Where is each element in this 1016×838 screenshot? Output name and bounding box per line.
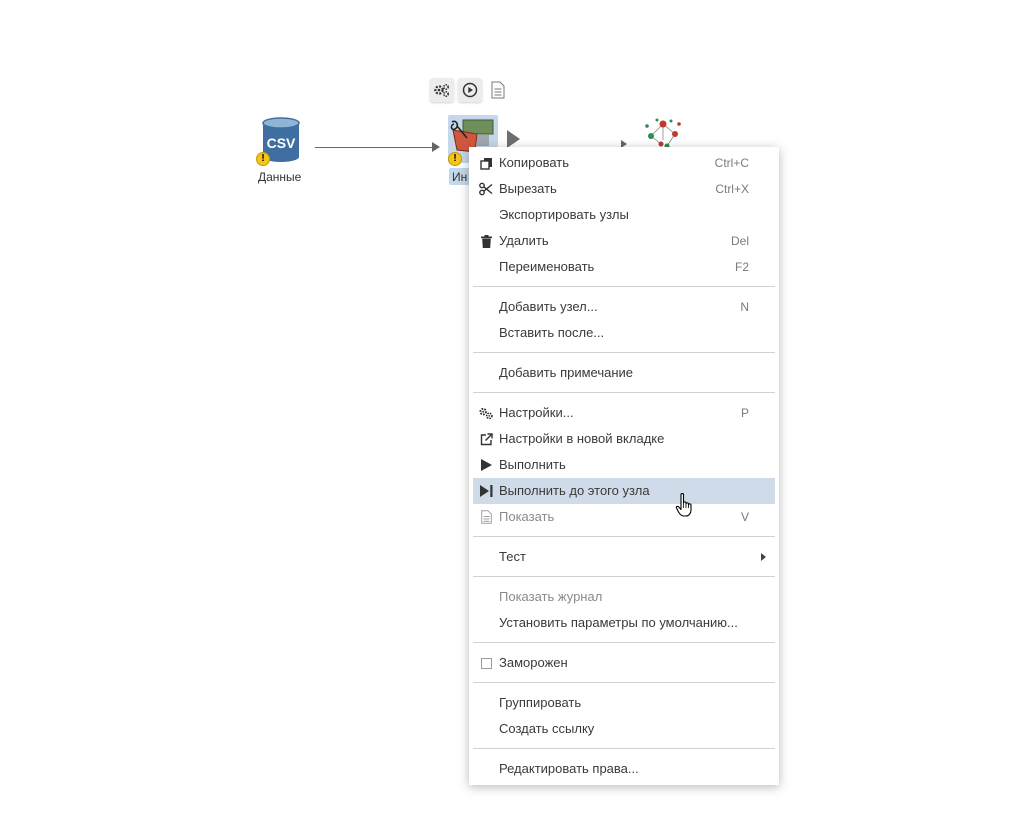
menu-item-label: Создать ссылку bbox=[499, 721, 595, 736]
menu-item-shortcut: N bbox=[740, 300, 749, 314]
menu-item-label: Копировать bbox=[499, 155, 569, 170]
menu-item-shortcut: Ctrl+X bbox=[715, 182, 749, 196]
play-to-end-icon bbox=[479, 484, 493, 498]
csv-node-label[interactable]: Данные bbox=[258, 170, 301, 184]
menu-separator bbox=[473, 286, 775, 287]
menu-item-настройки[interactable]: Настройки... P bbox=[473, 400, 775, 426]
menu-item-label: Заморожен bbox=[499, 655, 568, 670]
menu-item-shortcut: V bbox=[740, 510, 749, 524]
menu-item-label: Показать журнал bbox=[499, 589, 603, 604]
menu-item-выполнить-до-этого-узла[interactable]: Выполнить до этого узла bbox=[473, 478, 775, 504]
scissors-icon bbox=[479, 182, 493, 196]
selected-node-label[interactable]: Ин bbox=[452, 170, 467, 184]
menu-item-удалить[interactable]: Удалить Del bbox=[473, 228, 775, 254]
node-action-toolbar bbox=[430, 78, 510, 102]
menu-item-label: Экспортировать узлы bbox=[499, 207, 629, 222]
menu-item-label: Переименовать bbox=[499, 259, 595, 274]
menu-item-показать-журнал[interactable]: Показать журнал bbox=[473, 584, 775, 610]
menu-separator bbox=[473, 536, 775, 537]
play-circle-icon bbox=[462, 82, 478, 98]
menu-item-группировать[interactable]: Группировать bbox=[473, 690, 775, 716]
menu-separator bbox=[473, 352, 775, 353]
node-execute-button[interactable] bbox=[458, 78, 482, 102]
document-icon bbox=[479, 510, 493, 524]
frozen-checkbox[interactable] bbox=[480, 657, 492, 669]
play-icon bbox=[479, 458, 493, 472]
menu-item-заморожен[interactable]: Заморожен bbox=[473, 650, 775, 676]
checkbox-icon[interactable] bbox=[479, 656, 493, 670]
warning-icon: ! bbox=[448, 152, 462, 166]
menu-item-label: Группировать bbox=[499, 695, 582, 710]
connection-arrow-icon bbox=[432, 142, 440, 152]
menu-item-редактировать-права[interactable]: Редактировать права... bbox=[473, 756, 775, 782]
network-node[interactable] bbox=[641, 116, 685, 147]
menu-separator bbox=[473, 392, 775, 393]
csv-icon-text: CSV bbox=[267, 135, 296, 151]
menu-item-shortcut: P bbox=[740, 406, 749, 420]
menu-item-label: Вставить после... bbox=[499, 325, 605, 340]
workflow-canvas[interactable]: CSV ! Данные ! Ин Копировать Ctrl+C Выре… bbox=[0, 0, 1016, 838]
menu-item-создать-ссылку[interactable]: Создать ссылку bbox=[473, 716, 775, 742]
menu-separator bbox=[473, 682, 775, 683]
menu-item-label: Добавить примечание bbox=[499, 365, 634, 380]
menu-item-показать[interactable]: Показать V bbox=[473, 504, 775, 530]
menu-separator bbox=[473, 576, 775, 577]
menu-item-label: Показать bbox=[499, 509, 555, 524]
node-context-menu: Копировать Ctrl+C Вырезать Ctrl+X Экспортиро… bbox=[469, 147, 779, 785]
menu-item-label: Редактировать права... bbox=[499, 761, 639, 776]
menu-item-shortcut: Del bbox=[730, 234, 749, 248]
document-icon bbox=[491, 81, 505, 99]
menu-item-label: Выполнить bbox=[499, 457, 566, 472]
connection-line[interactable] bbox=[315, 147, 433, 148]
menu-item-label: Вырезать bbox=[499, 181, 557, 196]
menu-item-копировать[interactable]: Копировать Ctrl+C bbox=[473, 150, 775, 176]
trash-icon bbox=[479, 234, 493, 248]
menu-item-выполнить[interactable]: Выполнить bbox=[473, 452, 775, 478]
menu-item-экспортировать-узлы[interactable]: Экспортировать узлы bbox=[473, 202, 775, 228]
menu-item-label: Добавить узел... bbox=[499, 299, 598, 314]
menu-item-настройки-в-новой-вкладке[interactable]: Настройки в новой вкладке bbox=[473, 426, 775, 452]
network-graph-node-icon bbox=[645, 118, 681, 147]
menu-item-вставить-после[interactable]: Вставить после... bbox=[473, 320, 775, 346]
menu-item-добавить-примечание[interactable]: Добавить примечание bbox=[473, 360, 775, 386]
menu-item-shortcut: Ctrl+C bbox=[714, 156, 749, 170]
menu-separator bbox=[473, 748, 775, 749]
node-view-button[interactable] bbox=[486, 78, 510, 102]
menu-item-label: Выполнить до этого узла bbox=[499, 483, 650, 498]
menu-item-добавить-узел[interactable]: Добавить узел... N bbox=[473, 294, 775, 320]
external-link-icon bbox=[479, 432, 493, 446]
menu-item-label: Настройки... bbox=[499, 405, 574, 420]
gears-icon bbox=[479, 406, 493, 420]
menu-item-переименовать[interactable]: Переименовать F2 bbox=[473, 254, 775, 280]
hand-pointer-cursor-icon bbox=[675, 492, 692, 517]
menu-item-label: Удалить bbox=[499, 233, 549, 248]
node-settings-button[interactable] bbox=[430, 78, 454, 102]
menu-item-label: Настройки в новой вкладке bbox=[499, 431, 665, 446]
menu-separator bbox=[473, 642, 775, 643]
menu-item-label: Тест bbox=[499, 549, 526, 564]
submenu-arrow-icon bbox=[761, 553, 766, 561]
output-port-icon[interactable] bbox=[507, 130, 520, 148]
gears-icon bbox=[434, 83, 450, 97]
menu-item-установить-параметры-по-умолчанию[interactable]: Установить параметры по умолчанию... bbox=[473, 610, 775, 636]
menu-item-вырезать[interactable]: Вырезать Ctrl+X bbox=[473, 176, 775, 202]
menu-item-shortcut: F2 bbox=[734, 260, 749, 274]
menu-item-тест[interactable]: Тест bbox=[473, 544, 775, 570]
copy-icon bbox=[479, 156, 493, 170]
menu-item-label: Установить параметры по умолчанию... bbox=[499, 615, 738, 630]
warning-icon: ! bbox=[256, 152, 270, 166]
